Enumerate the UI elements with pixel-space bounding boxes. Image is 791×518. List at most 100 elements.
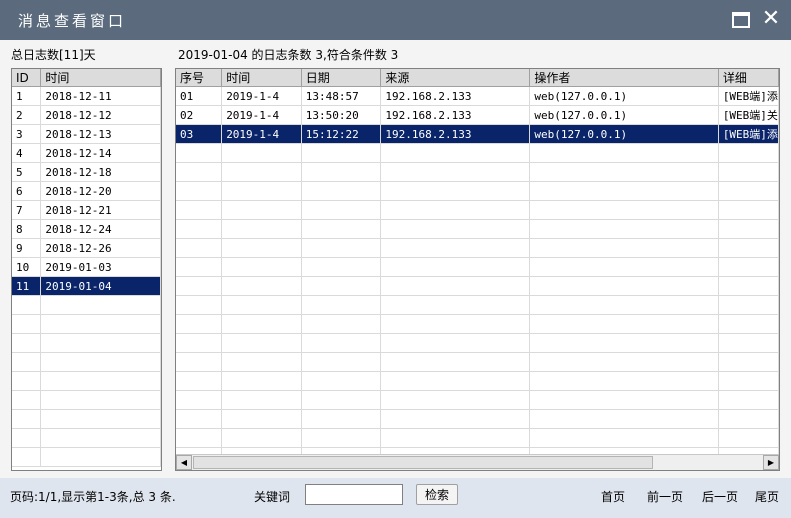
table-cell xyxy=(718,390,779,410)
column-header[interactable]: 日期 xyxy=(301,69,382,87)
table-cell: 2019-1-4 xyxy=(221,86,302,106)
log-row[interactable]: 01 2019-1-4 13:48:57 192.168.2.133 web(127.0… xyxy=(176,86,779,106)
table-cell: 7 xyxy=(12,200,42,220)
table-cell xyxy=(221,390,302,410)
next-page-link[interactable]: 后一页 xyxy=(702,488,738,505)
date-row[interactable]: 3 2018-12-13 xyxy=(12,124,161,144)
table-cell: [WEB端]关 xyxy=(718,105,779,125)
scroll-left-icon[interactable]: ◀ xyxy=(176,455,192,470)
empty-row[interactable] xyxy=(176,295,779,315)
column-header[interactable]: 操作者 xyxy=(529,69,719,87)
empty-row[interactable] xyxy=(176,257,779,277)
date-row[interactable]: 5 2018-12-18 xyxy=(12,162,161,182)
table-cell xyxy=(12,409,42,429)
table-cell xyxy=(529,295,719,315)
column-header[interactable]: 详细 xyxy=(718,69,779,87)
table-cell xyxy=(12,371,42,391)
close-icon[interactable]: ✕ xyxy=(760,6,782,32)
empty-row[interactable] xyxy=(176,371,779,391)
scroll-right-icon[interactable]: ▶ xyxy=(763,455,779,470)
table-cell xyxy=(301,200,382,220)
table-cell: 2019-1-4 xyxy=(221,124,302,144)
date-list[interactable]: ID 时间 1 2018-12-11 2 2018-12-12 3 2018-12-13 4 2… xyxy=(11,68,162,471)
table-cell xyxy=(221,181,302,201)
empty-row[interactable] xyxy=(176,276,779,296)
column-header[interactable]: ID xyxy=(12,69,42,87)
table-cell: 2018-12-14 xyxy=(40,143,161,163)
last-page-link[interactable]: 尾页 xyxy=(755,488,779,505)
empty-row[interactable] xyxy=(12,352,161,372)
table-cell xyxy=(718,238,779,258)
column-header[interactable]: 来源 xyxy=(380,69,531,87)
prev-page-link[interactable]: 前一页 xyxy=(647,488,683,505)
date-row[interactable]: 2 2018-12-12 xyxy=(12,105,161,125)
date-row[interactable]: 7 2018-12-21 xyxy=(12,200,161,220)
keyword-label: 关键词 xyxy=(254,490,291,504)
empty-row[interactable] xyxy=(176,352,779,372)
date-row[interactable]: 10 2019-01-03 xyxy=(12,257,161,277)
table-cell xyxy=(301,371,382,391)
table-cell xyxy=(176,428,223,448)
table-cell xyxy=(176,238,223,258)
empty-row[interactable] xyxy=(176,314,779,334)
empty-row[interactable] xyxy=(12,371,161,391)
log-count-label: 2019-01-04 的日志条数 3,符合条件数 3 xyxy=(178,48,399,62)
table-cell xyxy=(380,219,531,239)
table-cell xyxy=(718,428,779,448)
column-header[interactable]: 序号 xyxy=(176,69,223,87)
table-cell: 2019-1-4 xyxy=(221,105,302,125)
empty-row[interactable] xyxy=(176,143,779,163)
table-cell xyxy=(718,371,779,391)
table-cell: 5 xyxy=(12,162,42,182)
table-cell xyxy=(301,295,382,315)
table-cell xyxy=(176,390,223,410)
table-cell xyxy=(529,333,719,353)
table-cell: [WEB端]添 xyxy=(718,86,779,106)
empty-row[interactable] xyxy=(176,162,779,182)
empty-row[interactable] xyxy=(176,200,779,220)
log-row[interactable]: 02 2019-1-4 13:50:20 192.168.2.133 web(127.0… xyxy=(176,105,779,125)
table-cell xyxy=(529,238,719,258)
window-title: 消息查看窗口 xyxy=(18,12,127,30)
table-cell xyxy=(301,390,382,410)
table-cell xyxy=(221,371,302,391)
keyword-input[interactable] xyxy=(305,484,403,505)
table-cell xyxy=(380,314,531,334)
table-cell xyxy=(529,371,719,391)
empty-row[interactable] xyxy=(176,409,779,429)
maximize-icon[interactable] xyxy=(732,12,750,28)
log-row[interactable]: 03 2019-1-4 15:12:22 192.168.2.133 web(127.0… xyxy=(176,124,779,144)
first-page-link[interactable]: 首页 xyxy=(601,488,625,505)
scroll-thumb[interactable] xyxy=(193,456,653,469)
empty-row[interactable] xyxy=(12,447,161,467)
empty-row[interactable] xyxy=(12,333,161,353)
horizontal-scrollbar[interactable]: ◀ ▶ xyxy=(176,454,779,470)
empty-row[interactable] xyxy=(176,428,779,448)
empty-row[interactable] xyxy=(12,409,161,429)
table-cell xyxy=(176,314,223,334)
log-list[interactable]: 序号 时间 日期 来源 操作者 详细 01 2019-1-4 13:48:57 192.168.… xyxy=(175,68,780,471)
empty-row[interactable] xyxy=(176,238,779,258)
empty-row[interactable] xyxy=(12,428,161,448)
empty-row[interactable] xyxy=(176,390,779,410)
empty-row[interactable] xyxy=(176,333,779,353)
column-header[interactable]: 时间 xyxy=(221,69,302,87)
date-row[interactable]: 4 2018-12-14 xyxy=(12,143,161,163)
date-row[interactable]: 1 2018-12-11 xyxy=(12,86,161,106)
date-row[interactable]: 9 2018-12-26 xyxy=(12,238,161,258)
table-cell xyxy=(176,257,223,277)
date-row[interactable]: 8 2018-12-24 xyxy=(12,219,161,239)
search-button[interactable]: 检索 xyxy=(416,484,458,505)
column-header[interactable]: 时间 xyxy=(40,69,161,87)
table-cell xyxy=(380,181,531,201)
table-cell: 2 xyxy=(12,105,42,125)
empty-row[interactable] xyxy=(176,219,779,239)
table-cell: 02 xyxy=(176,105,223,125)
empty-row[interactable] xyxy=(12,390,161,410)
date-row[interactable]: 6 2018-12-20 xyxy=(12,181,161,201)
empty-row[interactable] xyxy=(12,314,161,334)
empty-row[interactable] xyxy=(12,295,161,315)
empty-row[interactable] xyxy=(176,181,779,201)
date-row[interactable]: 11 2019-01-04 xyxy=(12,276,161,296)
table-cell: 8 xyxy=(12,219,42,239)
